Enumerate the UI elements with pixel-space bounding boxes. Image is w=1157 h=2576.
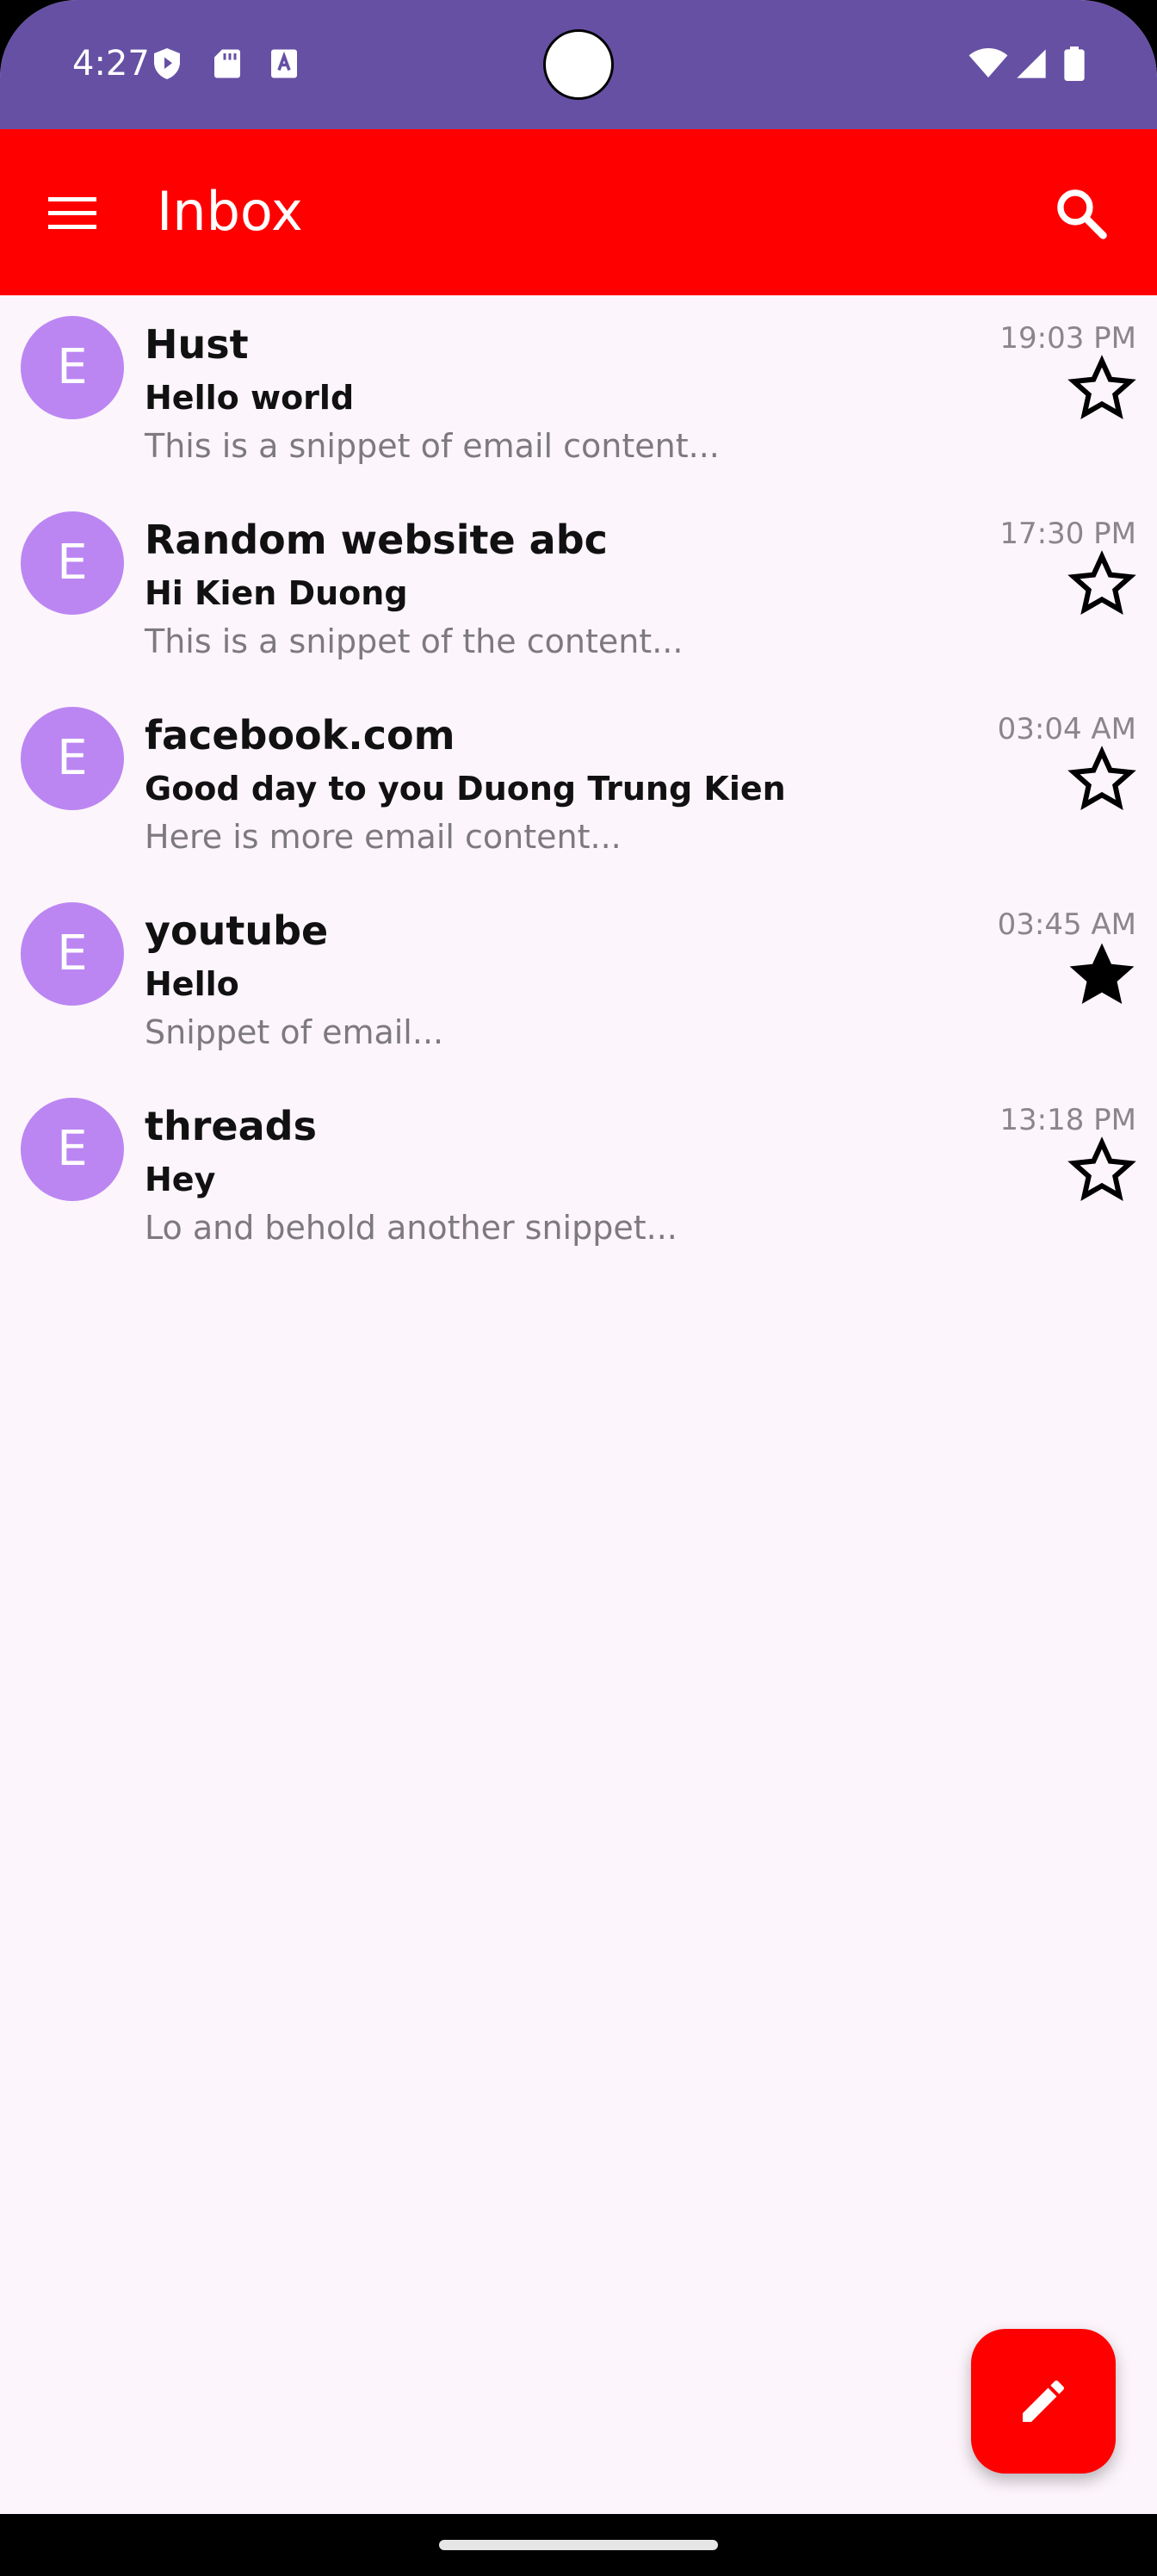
avatar: E bbox=[21, 1098, 124, 1201]
email-time: 03:04 AM bbox=[997, 712, 1136, 746]
avatar: E bbox=[21, 316, 124, 419]
shield-play-icon bbox=[154, 48, 180, 79]
wifi-icon bbox=[968, 48, 1008, 77]
sd-card-icon bbox=[214, 49, 240, 78]
page-title: Inbox bbox=[157, 180, 303, 243]
email-row[interactable]: E Random website abc Hi Kien Duong This … bbox=[0, 491, 1157, 686]
email-snippet: Here is more email content... bbox=[145, 818, 622, 856]
email-subject: Hi Kien Duong bbox=[145, 574, 408, 612]
star-outline-icon[interactable] bbox=[1067, 745, 1136, 814]
star-outline-icon[interactable] bbox=[1067, 1136, 1136, 1204]
hamburger-menu-icon[interactable] bbox=[41, 186, 103, 241]
email-list: E Hust Hello world This is a snippet of … bbox=[0, 295, 1157, 1273]
email-subject: Good day to you Duong Trung Kien bbox=[145, 770, 786, 808]
home-indicator[interactable] bbox=[439, 2540, 718, 2550]
email-time: 13:18 PM bbox=[999, 1103, 1136, 1137]
status-bar: 4:27 bbox=[0, 0, 1157, 129]
search-icon[interactable] bbox=[1052, 184, 1111, 243]
avatar: E bbox=[21, 511, 124, 615]
sender-name: facebook.com bbox=[145, 712, 455, 759]
email-row[interactable]: E Hust Hello world This is a snippet of … bbox=[0, 295, 1157, 491]
email-time: 03:45 AM bbox=[997, 907, 1136, 942]
email-subject: Hey bbox=[145, 1161, 216, 1198]
email-snippet: This is a snippet of email content... bbox=[145, 427, 720, 465]
email-time: 19:03 PM bbox=[999, 321, 1136, 356]
cellular-signal-icon bbox=[1017, 49, 1046, 78]
sender-name: threads bbox=[145, 1103, 317, 1149]
avatar: E bbox=[21, 902, 124, 1006]
sender-name: Random website abc bbox=[145, 517, 608, 563]
compose-button[interactable] bbox=[971, 2329, 1116, 2474]
star-outline-icon[interactable] bbox=[1067, 549, 1136, 618]
star-filled-icon[interactable] bbox=[1067, 940, 1136, 1009]
email-subject: Hello world bbox=[145, 379, 355, 417]
status-time: 4:27 bbox=[72, 44, 150, 84]
sender-name: Hust bbox=[145, 321, 249, 368]
email-row[interactable]: E threads Hey Lo and behold another snip… bbox=[0, 1077, 1157, 1273]
star-outline-icon[interactable] bbox=[1067, 354, 1136, 423]
app-bar: Inbox bbox=[0, 129, 1157, 295]
front-camera bbox=[543, 29, 614, 100]
email-snippet: Lo and behold another snippet... bbox=[145, 1209, 677, 1247]
pencil-icon bbox=[1023, 2381, 1064, 2422]
font-a-icon bbox=[271, 49, 297, 78]
phone-screen: 4:27 Inbox E Hust Hello world This is a … bbox=[0, 0, 1157, 2576]
navigation-bar bbox=[0, 2514, 1157, 2576]
email-snippet: This is a snippet of the content... bbox=[145, 622, 684, 660]
email-row[interactable]: E youtube Hello Snippet of email... 03:4… bbox=[0, 882, 1157, 1077]
email-time: 17:30 PM bbox=[999, 517, 1136, 551]
battery-icon bbox=[1064, 46, 1085, 81]
email-subject: Hello bbox=[145, 965, 239, 1003]
sender-name: youtube bbox=[145, 907, 329, 954]
avatar: E bbox=[21, 707, 124, 810]
email-snippet: Snippet of email... bbox=[145, 1013, 444, 1051]
email-row[interactable]: E facebook.com Good day to you Duong Tru… bbox=[0, 686, 1157, 882]
